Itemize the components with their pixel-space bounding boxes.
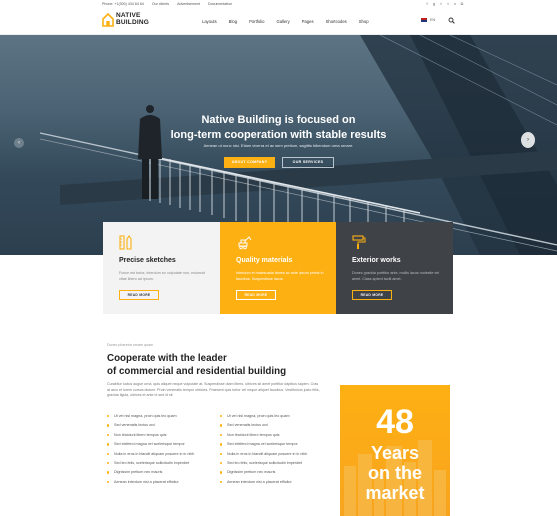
twitter-icon[interactable]: t xyxy=(439,1,443,6)
read-more-button[interactable]: READ MORE xyxy=(236,290,276,300)
language-label: EN xyxy=(430,18,436,22)
features-list-left: Ut vel nisl magna, proin quis leo quam S… xyxy=(107,414,217,489)
nav-item-layouts[interactable]: Layouts xyxy=(202,19,217,24)
list-item: Sed eleifend magna vel scelerisque tempo… xyxy=(107,442,217,451)
years-on-market-card: 48 Years on the market xyxy=(340,385,450,516)
hero-subtitle: Aenean ut nunc nisi. Etiam viverra et ac… xyxy=(203,143,354,148)
list-item: Dignissim pretium nec mauris xyxy=(220,470,330,479)
list-item: Ut vel nisl magna, proin quis leo quam xyxy=(220,414,330,423)
phone-text: Phone: +1(300) 434 64 64 xyxy=(102,2,144,6)
list-item: Aenean interdum nisi a placerat efficitu… xyxy=(220,480,330,489)
stats-label-line2: on the xyxy=(368,463,422,483)
hero-title: Native Building is focused on long-term … xyxy=(0,113,557,143)
feature-text: Fusce est tortor, interdum eu vulputate … xyxy=(119,271,206,281)
page: Phone: +1(300) 434 64 64 Our clients Adv… xyxy=(0,0,557,516)
list-item: Dignissim pretium nec mauris xyxy=(107,470,217,479)
stats-number: 48 xyxy=(376,403,414,441)
list-item: Non tincidunt libero tempus quis xyxy=(107,433,217,442)
feature-title: Exterior works xyxy=(352,257,401,264)
about-company-button[interactable]: ABOUT COMPANY xyxy=(224,157,275,168)
list-item: Sed venenatis lectus orci xyxy=(220,423,330,432)
list-item: Sed leo felis, scelerisque sollicitudin … xyxy=(107,461,217,470)
feature-card-exterior-works: Exterior works Donec gravida porttitor a… xyxy=(336,222,453,314)
link-our-clients[interactable]: Our clients xyxy=(152,2,169,6)
read-more-button[interactable]: READ MORE xyxy=(352,290,392,300)
main-nav: Layouts Blog Portfolio Gallery Pages Sho… xyxy=(202,19,369,24)
read-more-button[interactable]: READ MORE xyxy=(119,290,159,300)
paint-roller-icon xyxy=(352,235,366,249)
google-plus-icon[interactable]: g xyxy=(432,1,436,6)
stats-label: Years on the market xyxy=(340,443,450,503)
twitter-icon[interactable]: t xyxy=(446,1,450,6)
list-item: Ut vel nisl magna, proin quis leo quam xyxy=(107,414,217,423)
uk-flag-icon xyxy=(421,18,427,22)
instagram-icon[interactable]: ◘ xyxy=(460,1,464,6)
slider-prev-arrow-icon[interactable]: ‹ xyxy=(14,138,24,148)
feature-text: Donec gravida porttitor ante, mollis lac… xyxy=(352,271,440,281)
stats-label-line3: market xyxy=(365,483,425,503)
feature-title: Precise sketches xyxy=(119,257,176,264)
social-links: f g t t v ◘ xyxy=(425,1,464,6)
list-item: Sed eleifend magna vel scelerisque tempo… xyxy=(220,442,330,451)
about-title: Cooperate with the leader of commercial … xyxy=(107,352,286,378)
nav-item-gallery[interactable]: Gallery xyxy=(276,19,289,24)
list-item: Non tincidunt libero tempus quis xyxy=(220,433,330,442)
logo-house-icon[interactable] xyxy=(102,13,114,27)
list-item: Sed venenatis lectus orci xyxy=(107,423,217,432)
list-item: Sed leo felis, scelerisque sollicitudin … xyxy=(220,461,330,470)
feature-card-quality-materials: Quality materials Interdum et malesuada … xyxy=(220,222,337,314)
header: NATIVE BUILDING Layouts Blog Portfolio G… xyxy=(0,8,557,35)
nav-item-blog[interactable]: Blog xyxy=(229,19,237,24)
nav-item-shortcodes[interactable]: Shortcodes xyxy=(326,19,347,24)
logo-text[interactable]: NATIVE BUILDING xyxy=(116,12,150,26)
about-eyebrow: Donec pharetra ornare quam xyxy=(107,343,154,347)
feature-title: Quality materials xyxy=(236,257,293,264)
language-switcher[interactable]: EN xyxy=(421,18,435,22)
link-advertisement[interactable]: Advertisement xyxy=(177,2,200,6)
excavator-icon xyxy=(238,236,252,250)
our-services-button[interactable]: OUR SERVICES xyxy=(282,157,334,168)
hero-title-line1: Native Building is focused on xyxy=(201,114,356,126)
nav-item-shop[interactable]: Shop xyxy=(359,19,369,24)
feature-text: Interdum et malesuada fames ac ante ipsu… xyxy=(236,271,324,281)
vimeo-icon[interactable]: v xyxy=(453,1,457,6)
list-item: Nulla in eros in blandit aliquam posuere… xyxy=(220,452,330,461)
list-item: Nulla in eros in blandit aliquam posuere… xyxy=(107,452,217,461)
nav-item-portfolio[interactable]: Portfolio xyxy=(249,19,264,24)
logo-line2: BUILDING xyxy=(116,18,150,26)
search-icon[interactable] xyxy=(448,17,455,24)
slider-next-arrow-icon[interactable]: › xyxy=(521,132,535,148)
nav-item-pages[interactable]: Pages xyxy=(302,19,314,24)
top-bar-left: Phone: +1(300) 434 64 64 Our clients Adv… xyxy=(102,2,232,6)
hero-title-line2: long-term cooperation with stable result… xyxy=(170,129,387,141)
top-bar: Phone: +1(300) 434 64 64 Our clients Adv… xyxy=(0,0,557,8)
about-text: Curabitur luctus augue urna, quis alique… xyxy=(107,382,320,398)
facebook-icon[interactable]: f xyxy=(425,1,429,6)
list-item: Aenean interdum nisi a placerat efficitu… xyxy=(107,480,217,489)
link-documentation[interactable]: Documentation xyxy=(208,2,232,6)
pencil-ruler-icon xyxy=(119,235,132,250)
features-list-right: Ut vel nisl magna, proin quis leo quam S… xyxy=(220,414,330,489)
about-title-line1: Cooperate with the leader xyxy=(107,353,227,364)
feature-card-precise-sketches: Precise sketches Fusce est tortor, inter… xyxy=(103,222,220,314)
about-title-line2: of commercial and residential building xyxy=(107,366,287,377)
stats-label-line1: Years xyxy=(370,443,420,463)
